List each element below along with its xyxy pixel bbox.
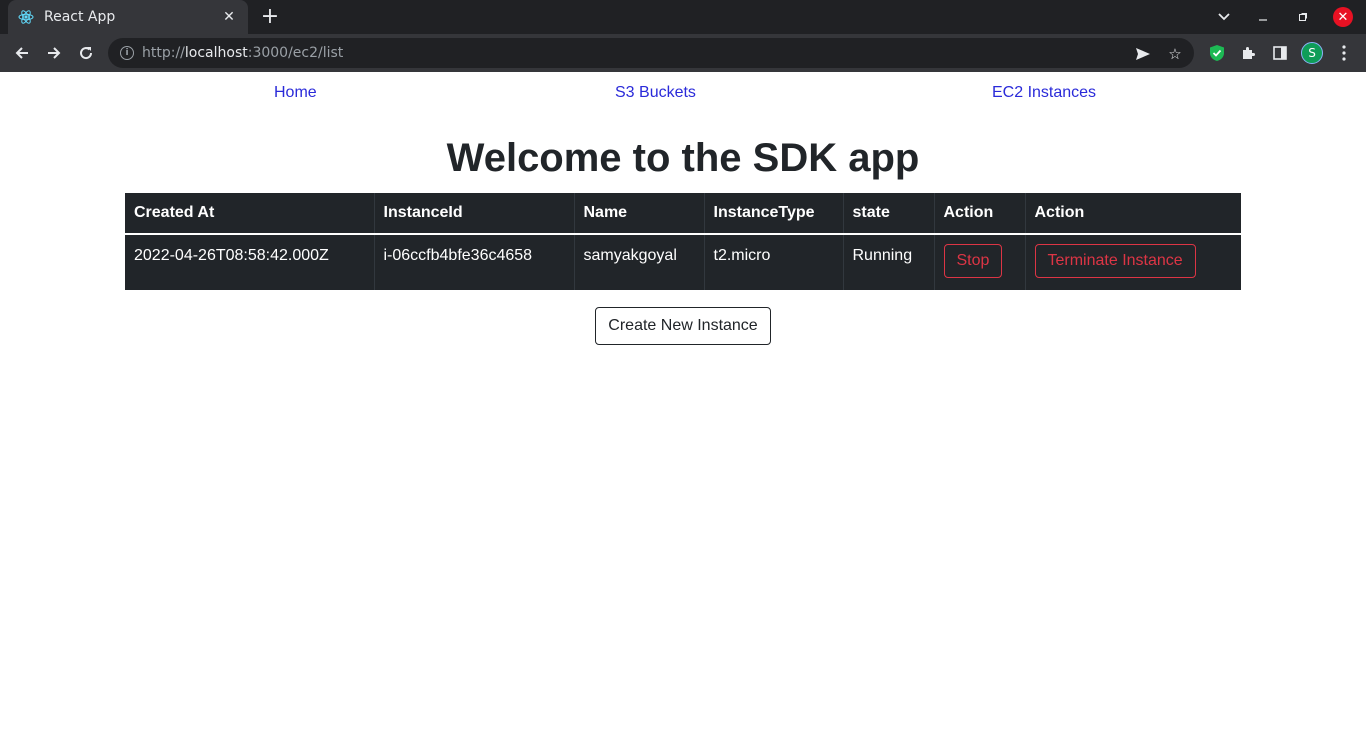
nav-link-home[interactable]: Home xyxy=(274,84,317,102)
forward-icon[interactable] xyxy=(42,41,66,65)
url-host: localhost xyxy=(184,45,248,61)
table-row: 2022-04-26T08:58:42.000Z i-06ccfb4bfe36c… xyxy=(125,234,1241,290)
cell-created-at: 2022-04-26T08:58:42.000Z xyxy=(125,234,375,290)
profile-avatar[interactable]: S xyxy=(1301,42,1323,64)
new-tab-button[interactable]: + xyxy=(258,5,282,29)
nav-link-s3-buckets[interactable]: S3 Buckets xyxy=(615,84,696,102)
back-icon[interactable] xyxy=(10,41,34,65)
tab-title: React App xyxy=(44,9,116,25)
cell-state: Running xyxy=(843,234,935,290)
column-header-name: Name xyxy=(574,193,705,235)
nav-link-ec2-instances[interactable]: EC2 Instances xyxy=(992,84,1096,102)
browser-tab-bar: React App ✕ + ✕ xyxy=(0,0,1366,34)
cell-name: samyakgoyal xyxy=(574,234,705,290)
column-header-created-at: Created At xyxy=(125,193,375,235)
close-window-icon[interactable]: ✕ xyxy=(1333,7,1353,27)
table-header-row: Created At InstanceId Name InstanceType … xyxy=(125,193,1241,235)
terminate-instance-button[interactable]: Terminate Instance xyxy=(1034,244,1196,278)
page-content: Home S3 Buckets EC2 Instances Welcome to… xyxy=(0,72,1366,741)
column-header-action-stop: Action xyxy=(934,193,1026,235)
side-panel-icon[interactable] xyxy=(1270,43,1290,63)
create-new-instance-button[interactable]: Create New Instance xyxy=(595,307,771,345)
bookmark-star-icon[interactable]: ☆ xyxy=(1166,45,1184,63)
address-bar[interactable]: i http://localhost:3000/ec2/list ☆ xyxy=(108,38,1194,68)
site-info-icon[interactable]: i xyxy=(120,46,134,60)
shield-extension-icon[interactable] xyxy=(1207,43,1227,63)
react-logo-icon xyxy=(18,9,34,25)
browser-tab[interactable]: React App ✕ xyxy=(8,0,248,34)
minimize-icon[interactable] xyxy=(1251,5,1275,29)
column-header-action-terminate: Action xyxy=(1025,193,1241,235)
reload-icon[interactable] xyxy=(74,41,98,65)
column-header-state: state xyxy=(843,193,935,235)
send-icon[interactable] xyxy=(1134,45,1152,63)
cell-action-stop: Stop xyxy=(934,234,1026,290)
url-protocol: http:// xyxy=(142,45,185,61)
cell-action-terminate: Terminate Instance xyxy=(1025,234,1241,290)
browser-toolbar: i http://localhost:3000/ec2/list ☆ S xyxy=(0,34,1366,72)
column-header-instance-id: InstanceId xyxy=(374,193,575,235)
extensions-puzzle-icon[interactable] xyxy=(1238,43,1258,63)
browser-menu-icon[interactable] xyxy=(1334,43,1354,63)
close-tab-icon[interactable]: ✕ xyxy=(220,8,238,26)
cell-instance-id: i-06ccfb4bfe36c4658 xyxy=(374,234,575,290)
cell-instance-type: t2.micro xyxy=(704,234,844,290)
column-header-instance-type: InstanceType xyxy=(704,193,844,235)
maximize-icon[interactable] xyxy=(1291,5,1315,29)
page-title: Welcome to the SDK app xyxy=(446,136,920,180)
url-path: :3000/ec2/list xyxy=(247,45,344,61)
stop-instance-button[interactable]: Stop xyxy=(943,244,1003,278)
instances-table: Created At InstanceId Name InstanceType … xyxy=(125,193,1241,290)
tab-search-icon[interactable] xyxy=(1212,5,1236,29)
